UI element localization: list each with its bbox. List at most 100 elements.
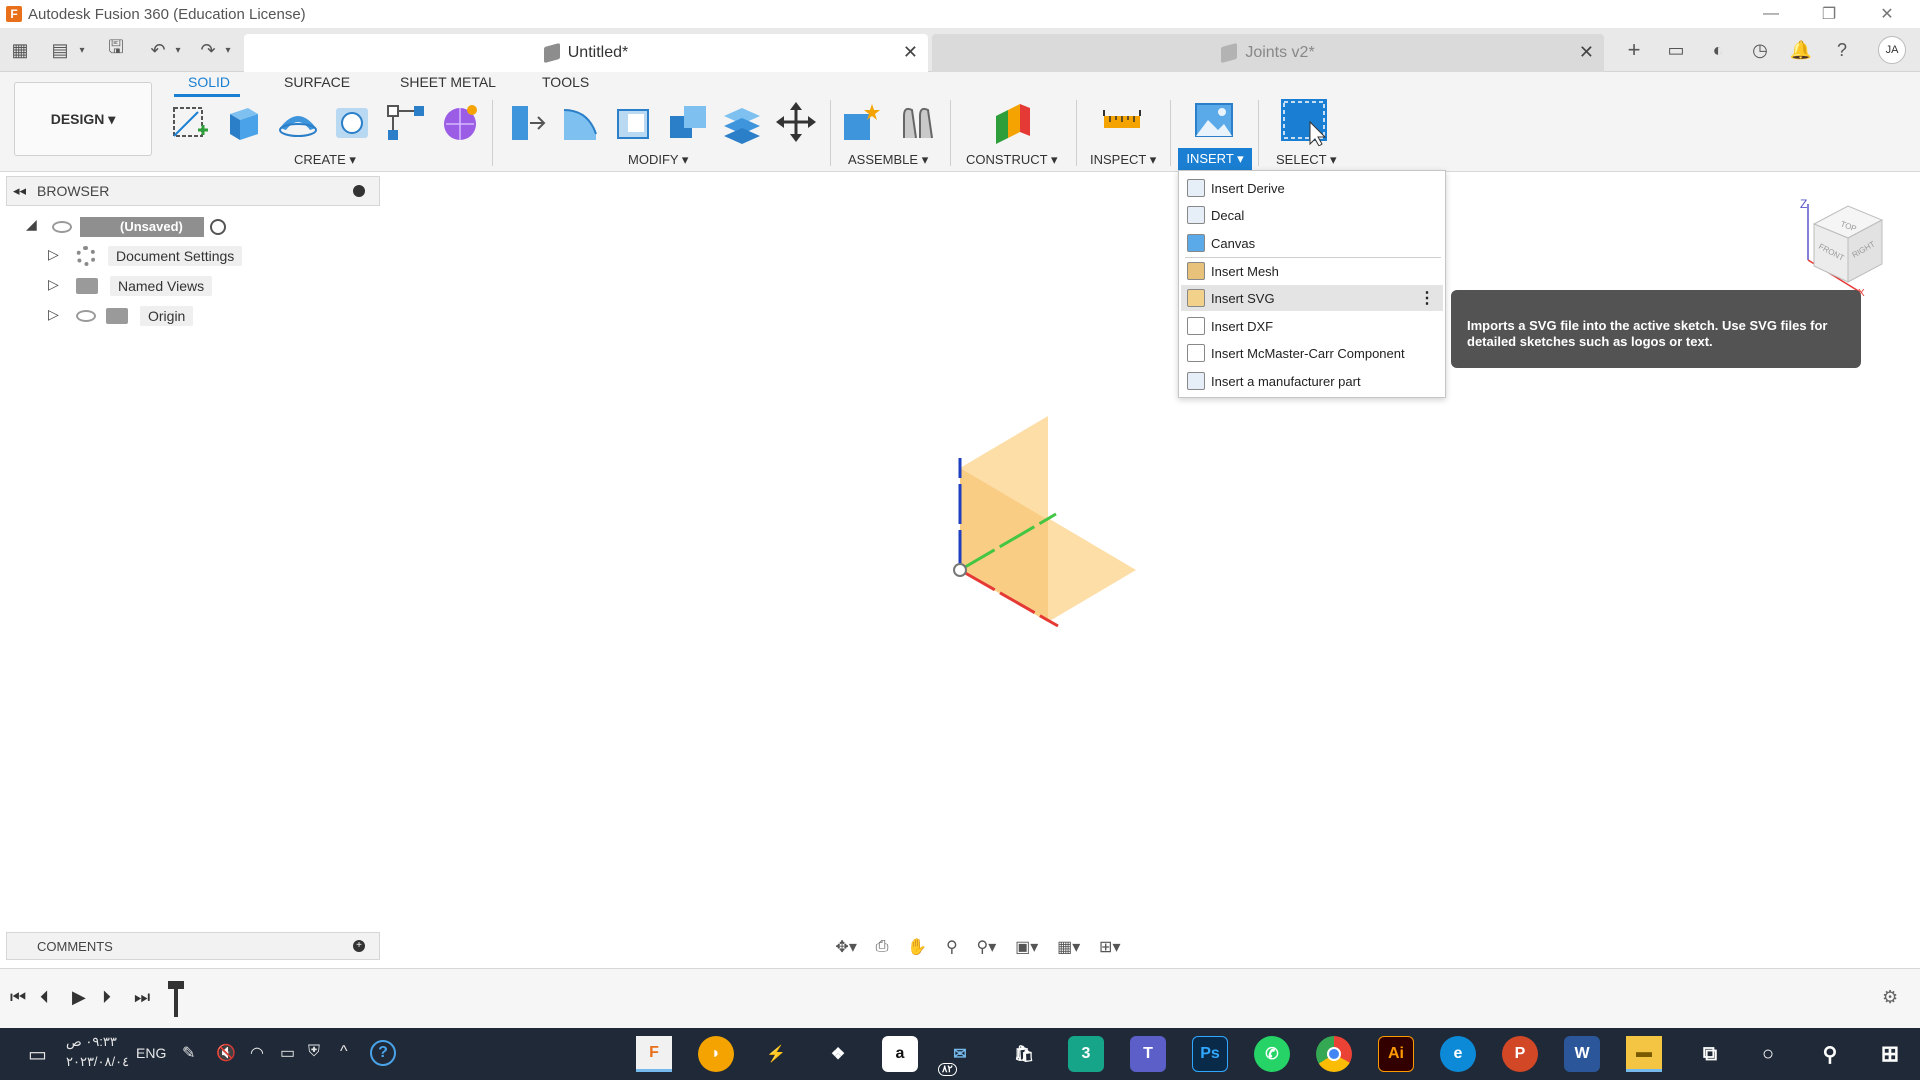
notifications-icon[interactable]: ▭ [28,1042,47,1067]
taskbar-illustrator-icon[interactable]: Ai [1378,1036,1414,1072]
menu-item-insert-dxf[interactable]: Insert DXF [1181,313,1443,339]
show-hidden-icons-chevron-icon[interactable]: ^ [340,1043,348,1061]
origin-point[interactable] [953,563,967,577]
battery-icon[interactable]: ▭ [280,1043,295,1063]
taskbar-task-view-icon[interactable]: ⧉ [1692,1036,1728,1072]
close-window-button[interactable]: ✕ [1858,0,1916,28]
browser-root-row[interactable]: (Unsaved) [52,214,226,240]
tab-solid[interactable]: SOLID [188,74,230,90]
offset-face-icon[interactable] [720,100,764,144]
hole-icon[interactable] [330,100,374,144]
taskbar-edge-icon[interactable]: e [1440,1036,1476,1072]
browser-item-origin[interactable]: Origin [76,303,194,329]
fillet-icon[interactable] [558,100,602,144]
clock-date[interactable]: ٢٠٢٣/٠٨/٠٤ [66,1054,129,1070]
tab-sheet-metal[interactable]: SHEET METAL [400,74,496,90]
origin-planes-graphic[interactable] [940,410,1140,630]
file-menu-icon[interactable]: ▤ [48,38,72,62]
expand-named-views-icon[interactable]: ▷ [48,276,59,293]
taskbar-mail-icon[interactable]: ✉ ٨٢ [938,1036,978,1076]
menu-item-insert-derive[interactable]: Insert Derive [1181,175,1443,201]
job-status-clock-icon[interactable]: ◷ [1748,38,1772,62]
expand-document-settings-icon[interactable]: ▷ [48,246,59,263]
step-forward-icon[interactable]: ⏵ [102,987,111,1008]
create-form-icon[interactable] [438,100,482,144]
redo-dropdown-icon[interactable]: ▾ [216,38,240,62]
taskbar-dropbox-icon[interactable]: ❖ [820,1036,856,1072]
security-shield-icon[interactable]: ⛨ [308,1043,320,1061]
go-to-end-icon[interactable]: ⏭ [134,987,150,1008]
select-group-label[interactable]: SELECT ▾ [1276,152,1336,168]
taskbar-amazon-icon[interactable]: a [882,1036,918,1072]
clock-time[interactable]: ٠٩:٣٣ ص [66,1034,117,1050]
workspace-switcher-button[interactable]: DESIGN ▾ [14,82,152,156]
taskbar-search-icon[interactable]: ⚲ [1812,1036,1848,1072]
insert-group-label[interactable]: INSERT ▾ [1178,148,1252,170]
grid-settings-icon[interactable]: ▦▾ [1057,937,1080,957]
file-dropdown-icon[interactable]: ▾ [70,38,94,62]
taskbar-powerpoint-icon[interactable]: P [1502,1036,1538,1072]
timeline-settings-gear-icon[interactable]: ⚙ [1882,987,1898,1008]
tab-tools[interactable]: TOOLS [542,74,589,90]
offset-plane-icon[interactable] [990,100,1034,144]
go-to-start-icon[interactable]: ⏮ [10,987,26,1008]
select-icon[interactable] [1280,98,1328,146]
data-panel-grid-icon[interactable]: ▦ [8,38,32,62]
taskbar-store-icon[interactable]: 🛍 [1006,1036,1042,1072]
pan-hand-icon[interactable]: ✋ [907,937,927,957]
tab-joints-v2[interactable]: Joints v2* ✕ [932,34,1604,72]
help-app-icon[interactable]: ? [370,1040,396,1066]
construct-group-label[interactable]: CONSTRUCT ▾ [966,152,1058,168]
volume-muted-icon[interactable]: 🔇 [216,1043,236,1063]
expand-root-icon[interactable]: ◢ [26,216,37,233]
taskbar-whatsapp-icon[interactable]: ✆ [1254,1036,1290,1072]
extrude-icon[interactable] [222,100,266,144]
look-at-icon[interactable]: ⎙ [876,938,889,956]
create-sketch-icon[interactable] [168,100,212,144]
close-tab-icon[interactable]: ✕ [1579,42,1594,63]
expand-origin-icon[interactable]: ▷ [48,306,59,323]
pattern-icon[interactable] [384,100,428,144]
menu-item-decal[interactable]: Decal [1181,202,1443,228]
taskbar-bolt-app-icon[interactable]: ⚡ [758,1036,794,1072]
taskbar-teams-icon[interactable]: T [1130,1036,1166,1072]
taskbar-photoshop-icon[interactable]: Ps [1192,1036,1228,1072]
comment-icon[interactable]: ▭ [1664,38,1688,62]
activate-radio-icon[interactable] [210,219,226,235]
comments-panel-header[interactable]: COMMENTS + [6,932,380,960]
visibility-eye-icon[interactable] [52,221,72,233]
step-back-icon[interactable]: ⏴ [40,987,49,1008]
windows-start-icon[interactable]: ⊞ [1872,1036,1908,1072]
taskbar-file-explorer-icon[interactable]: ▬ [1626,1036,1662,1072]
revolve-icon[interactable] [276,100,320,144]
language-indicator[interactable]: ENG [136,1045,166,1061]
close-tab-icon[interactable]: ✕ [903,42,918,63]
timeline-marker-head[interactable] [168,981,184,989]
save-icon[interactable]: 🖫 [104,37,128,62]
measure-icon[interactable] [1100,100,1144,144]
taskbar-brave-icon[interactable]: ◗ [698,1036,734,1072]
browser-options-icon[interactable] [353,185,365,197]
browser-item-document-settings[interactable]: Document Settings [76,243,243,269]
notifications-bell-icon[interactable]: 🔔 [1789,38,1813,62]
taskbar-3ds-max-icon[interactable]: 3 [1068,1036,1104,1072]
pen-icon[interactable]: ✎ [182,1043,195,1063]
display-settings-icon[interactable]: ▣▾ [1015,937,1038,957]
undo-dropdown-icon[interactable]: ▾ [166,38,190,62]
taskbar-word-icon[interactable]: W [1564,1036,1600,1072]
inspect-group-label[interactable]: INSPECT ▾ [1090,152,1156,168]
taskbar-chrome-icon[interactable] [1316,1036,1352,1072]
add-comment-icon[interactable]: + [353,940,365,952]
play-icon[interactable]: ▶ [72,987,86,1008]
zoom-icon[interactable]: ⚲ [946,937,958,957]
move-copy-icon[interactable] [774,100,818,144]
tab-untitled[interactable]: Untitled* ✕ [244,34,928,72]
modify-group-label[interactable]: MODIFY ▾ [628,152,688,168]
browser-item-named-views[interactable]: Named Views [76,273,213,299]
more-options-icon[interactable]: ⋮ [1419,288,1435,308]
visibility-eye-icon[interactable] [76,310,96,322]
collapse-browser-icon[interactable]: ◂◂ [13,183,26,199]
menu-item-insert-svg[interactable]: Insert SVG ⋮ [1181,285,1443,311]
restore-button[interactable]: ❐ [1800,0,1858,28]
assemble-group-label[interactable]: ASSEMBLE ▾ [848,152,928,168]
